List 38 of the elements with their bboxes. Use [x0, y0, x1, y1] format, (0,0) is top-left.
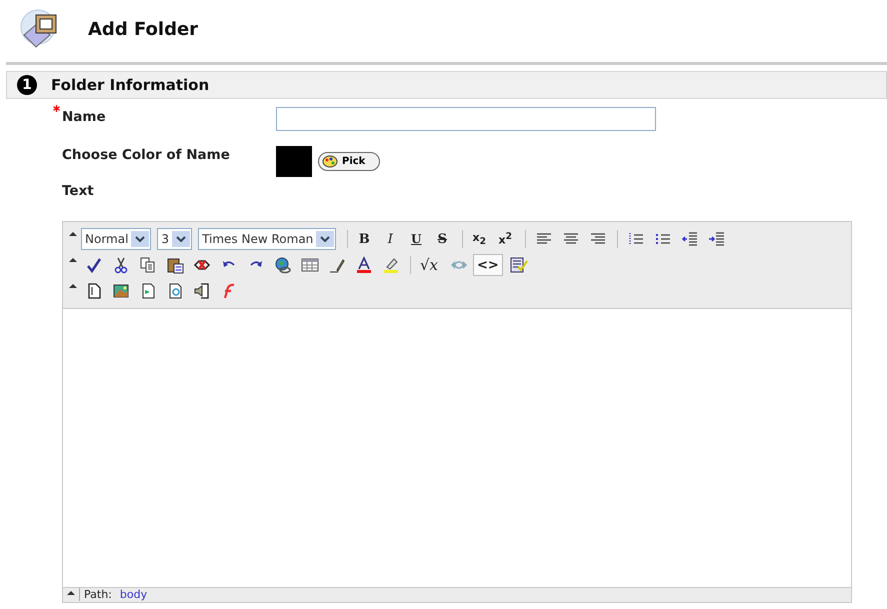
field-label: Choose Color of Name	[62, 147, 230, 163]
subscript-button[interactable]: x$_{2}$	[468, 228, 490, 250]
toolbar-dropdown[interactable]: 3	[157, 228, 192, 250]
outdent-icon[interactable]	[680, 230, 699, 248]
collapse-icon[interactable]	[69, 231, 77, 237]
strikethrough-button[interactable]: S	[431, 228, 454, 250]
collapse-icon[interactable]	[69, 283, 77, 289]
field-label: Name	[62, 109, 106, 125]
path-link[interactable]: body	[120, 588, 148, 601]
source-button[interactable]: <>	[473, 254, 503, 276]
bold-button[interactable]: B	[353, 228, 376, 250]
spellcheck-icon[interactable]	[84, 256, 102, 274]
step-number: 1	[17, 75, 37, 95]
image-icon[interactable]	[112, 282, 130, 300]
name-field[interactable]	[276, 107, 656, 131]
globe-link-icon[interactable]	[274, 256, 292, 274]
highlighter-icon[interactable]	[382, 256, 400, 274]
collapse-icon[interactable]	[67, 590, 75, 596]
table-icon[interactable]	[300, 256, 318, 274]
path-label: Path:	[79, 588, 112, 601]
page-title: Add Folder	[88, 18, 198, 40]
paste-icon[interactable]	[166, 256, 184, 274]
speaker-icon[interactable]	[192, 282, 210, 300]
superscript-button[interactable]: x$^{2}$	[494, 228, 516, 250]
underline-button[interactable]: U	[405, 228, 428, 250]
toolbar-dropdown[interactable]: Times New Roman	[198, 228, 336, 250]
checklist-icon[interactable]	[510, 256, 528, 274]
copy-icon[interactable]	[138, 256, 156, 274]
text-color-icon[interactable]	[354, 256, 372, 274]
palette-icon	[322, 154, 338, 168]
italic-button[interactable]: I	[379, 228, 402, 250]
equation-button[interactable]: √x	[416, 254, 442, 276]
pick-button[interactable]: Pick	[318, 152, 380, 170]
indent-icon[interactable]	[708, 230, 726, 248]
toolbar-dropdown[interactable]: Normal	[81, 228, 152, 250]
field-label: Text	[62, 183, 94, 199]
section-title: Folder Information	[51, 76, 210, 94]
collapse-icon[interactable]	[69, 257, 77, 263]
